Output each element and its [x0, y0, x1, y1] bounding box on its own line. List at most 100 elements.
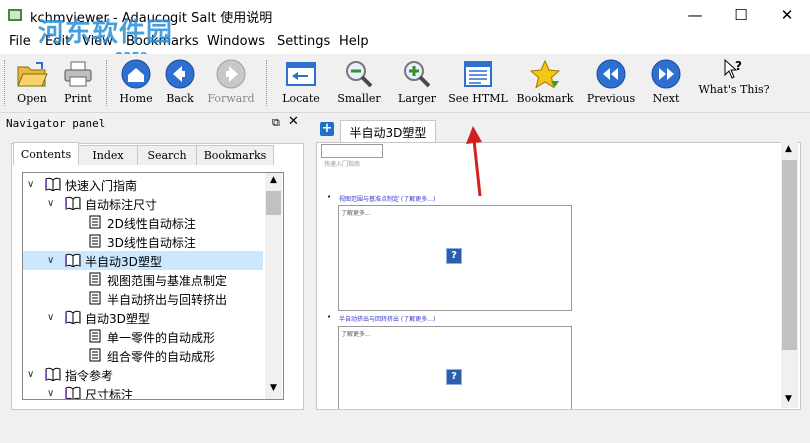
tree-item[interactable]: 组合零件的自动成形 [23, 346, 263, 365]
chevron-down-icon[interactable]: ∨ [47, 198, 54, 209]
item2-frame: 了解更多... ? [338, 326, 572, 409]
chevron-down-icon[interactable]: ∨ [27, 179, 34, 190]
top-frame-box: 快速入门指南 [321, 144, 383, 168]
scroll-down-icon[interactable]: ▼ [785, 394, 792, 404]
tree-item-label: 3D线性自动标注 [107, 236, 196, 250]
tab-search[interactable]: Search [137, 145, 197, 165]
page-icon [89, 272, 101, 286]
home-label: Home [119, 92, 153, 105]
scroll-down-icon[interactable]: ▼ [270, 383, 277, 393]
smaller-button[interactable]: Smaller [334, 54, 384, 110]
tab-index[interactable]: Index [78, 145, 138, 165]
previous-button[interactable]: Previous [584, 54, 638, 110]
chevron-down-icon[interactable]: ∨ [47, 255, 54, 266]
content-scrollbar[interactable]: ▲ ▼ [781, 142, 798, 408]
back-label: Back [166, 92, 194, 105]
larger-button[interactable]: Larger [394, 54, 440, 110]
tree-scrollbar[interactable]: ▲ ▼ [265, 173, 282, 399]
tree-item-label: 自动标注尺寸 [85, 198, 158, 212]
broken-image-icon: ? [446, 248, 462, 264]
page-icon [89, 215, 101, 229]
tree-item-label: 组合零件的自动成形 [107, 350, 216, 364]
html-source-icon [464, 61, 492, 87]
float-panel-icon[interactable]: ⧉ [272, 116, 280, 130]
tree-scroll-thumb[interactable] [266, 191, 281, 215]
toolbar-separator [266, 60, 269, 106]
next-button[interactable]: Next [644, 54, 688, 110]
page-icon [89, 329, 101, 343]
menu-settings[interactable]: Settings [277, 34, 330, 49]
tree-item[interactable]: ∨ 自动3D塑型 [23, 308, 263, 327]
content-scroll-thumb[interactable] [782, 160, 797, 350]
minimize-button[interactable]: — [672, 0, 718, 30]
tree-item[interactable]: 视图范围与基准点制定 [23, 270, 263, 289]
tree-item-label: 半自动3D塑型 [85, 255, 162, 269]
menu-help[interactable]: Help [339, 34, 369, 49]
chevron-down-icon[interactable]: ∨ [27, 369, 34, 380]
maximize-button[interactable]: ☐ [718, 0, 764, 30]
zoom-out-icon [346, 61, 373, 88]
tree-item-label: 半自动挤出与回转挤出 [107, 293, 228, 307]
tab-contents[interactable]: Contents [13, 142, 79, 165]
close-button[interactable]: ✕ [764, 0, 810, 30]
menu-windows[interactable]: Windows [207, 34, 265, 49]
open-label: Open [17, 92, 47, 105]
toolbar-grip [4, 60, 7, 106]
navigator-header: Navigator panel ⧉ ✕ [0, 114, 304, 134]
toolbar: Open Print Home Back Forward Locate Smal… [0, 54, 810, 113]
html-view[interactable]: 快速入门指南 • 视图范围与基准点制定 (了解更多...) 了解更多... ? … [316, 142, 801, 410]
double-arrow-right-icon [651, 59, 681, 89]
scroll-up-icon[interactable]: ▲ [270, 175, 277, 185]
tab-bookmarks[interactable]: Bookmarks [196, 145, 274, 165]
open-book-icon [65, 196, 81, 210]
tree-item[interactable]: ∨ 快速入门指南 [23, 175, 263, 194]
scroll-up-icon[interactable]: ▲ [785, 144, 792, 154]
content-tab-active[interactable]: 半自动3D塑型 [340, 120, 436, 143]
tree-item[interactable]: ∨ 半自动3D塑型 [23, 251, 263, 270]
smaller-label: Smaller [337, 92, 381, 105]
print-button[interactable]: Print [56, 54, 100, 110]
home-button[interactable]: Home [114, 54, 158, 110]
tree-item-label: 单一零件的自动成形 [107, 331, 216, 345]
arrow-right-icon [216, 59, 246, 89]
forward-button[interactable]: Forward [204, 54, 258, 110]
larger-label: Larger [398, 92, 436, 105]
whats-this-icon: ? [724, 58, 742, 79]
whats-this-label: What's This? [698, 83, 770, 96]
open-book-icon [45, 177, 61, 191]
tree-item[interactable]: ∨ 尺寸标注 [23, 384, 263, 399]
item1-link[interactable]: 视图范围与基准点制定 (了解更多...) [339, 194, 435, 203]
contents-tree[interactable]: ∨ 快速入门指南 ∨ 自动标注尺寸 2D线性自动标注 3D线性自动标注 ∨ 半自动3D塑型 视图… [22, 172, 284, 400]
toolbar-separator [106, 60, 109, 106]
open-book-icon [65, 386, 81, 399]
open-button[interactable]: Open [10, 54, 54, 110]
menu-file[interactable]: File [9, 34, 31, 49]
tree-item[interactable]: 单一零件的自动成形 [23, 327, 263, 346]
bookmark-button[interactable]: Bookmark [516, 54, 574, 110]
back-button[interactable]: Back [158, 54, 202, 110]
see-html-button[interactable]: See HTML [448, 54, 508, 110]
whats-this-button[interactable]: ? What's This? [696, 54, 772, 110]
tree-item-label: 2D线性自动标注 [107, 217, 196, 231]
locate-button[interactable]: Locate [278, 54, 324, 110]
open-folder-icon [17, 62, 48, 87]
new-tab-button[interactable]: + [320, 122, 334, 136]
item2-link[interactable]: 半自动挤出与回转挤出 (了解更多...) [339, 314, 435, 323]
tree-item[interactable]: 2D线性自动标注 [23, 213, 263, 232]
item1-frame-text: 了解更多... [341, 210, 371, 217]
close-panel-icon[interactable]: ✕ [288, 114, 299, 129]
status-bar [0, 410, 810, 443]
item2-frame-text: 了解更多... [341, 331, 371, 338]
navigator-title: Navigator panel [6, 117, 106, 130]
tree-item[interactable]: ∨ 指令参考 [23, 365, 263, 384]
chevron-down-icon[interactable]: ∨ [47, 312, 54, 323]
tree-item[interactable]: 3D线性自动标注 [23, 232, 263, 251]
watermark-text: 河东软件园 [38, 18, 174, 48]
open-book-icon [65, 253, 81, 267]
tree-item[interactable]: 半自动挤出与回转挤出 [23, 289, 263, 308]
svg-text:?: ? [735, 59, 742, 73]
chevron-down-icon[interactable]: ∨ [47, 388, 54, 399]
tree-item-label: 指令参考 [65, 369, 114, 383]
app-icon [8, 9, 22, 21]
tree-item[interactable]: ∨ 自动标注尺寸 [23, 194, 263, 213]
